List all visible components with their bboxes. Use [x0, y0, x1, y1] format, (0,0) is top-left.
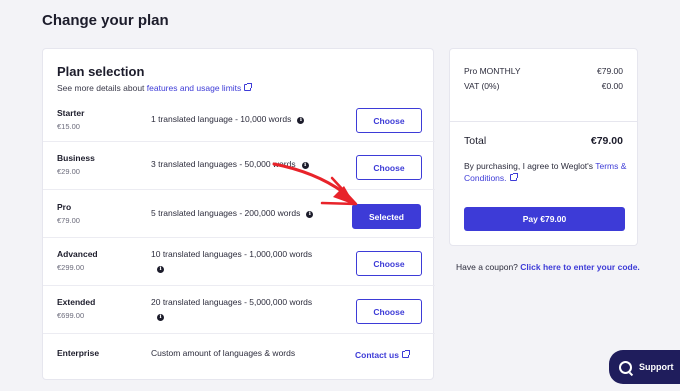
plan-name: Extended	[57, 297, 96, 307]
summary-vat-label: VAT (0%)	[464, 81, 500, 91]
contact-us-label: Contact us	[355, 350, 399, 360]
plan-name: Business	[57, 153, 95, 163]
external-link-icon	[509, 173, 518, 181]
support-label: Support	[639, 362, 674, 372]
plan-selection-title: Plan selection	[57, 64, 145, 79]
plan-selection-card: Plan selection See more details about fe…	[42, 48, 435, 381]
plan-price: €699.00	[57, 311, 85, 320]
plan-description: Custom amount of languages & words	[151, 348, 296, 358]
plan-row-extended: Extended €699.00 20 translated languages…	[43, 285, 435, 333]
external-link-icon	[244, 83, 253, 91]
summary-total-label: Total	[464, 135, 487, 147]
info-icon[interactable]: i	[306, 211, 314, 218]
plan-name: Starter	[57, 108, 85, 118]
plan-description-text: 1 translated language - 10,000 words	[151, 114, 292, 124]
plan-selection-subtitle: See more details about features and usag…	[57, 83, 253, 93]
plan-name: Advanced	[57, 249, 98, 259]
plan-description-text: 5 translated languages - 200,000 words	[151, 208, 301, 218]
plan-description-text: 10 translated languages - 1,000,000 word…	[151, 249, 313, 259]
summary-vat-line: VAT (0%) €0.00	[464, 81, 623, 91]
plan-row-business: Business €29.00 3 translated languages -…	[43, 141, 435, 189]
plan-description-text: 20 translated languages - 5,000,000 word…	[151, 297, 313, 307]
plan-name: Pro	[57, 202, 72, 212]
plan-row-enterprise: Enterprise Custom amount of languages & …	[43, 333, 435, 381]
info-icon[interactable]: i	[297, 117, 305, 124]
external-link-icon	[401, 350, 410, 358]
search-icon	[619, 360, 632, 374]
info-icon[interactable]: i	[301, 162, 309, 169]
page-title: Change your plan	[42, 12, 169, 29]
summary-divider	[450, 121, 637, 122]
plan-price: €29.00	[57, 167, 80, 176]
plan-description: 10 translated languages - 1,000,000 word…	[151, 249, 312, 273]
plan-price: €299.00	[57, 263, 85, 272]
plan-row-pro: Pro €79.00 5 translated languages - 200,…	[43, 189, 435, 237]
plan-name: Enterprise	[57, 348, 100, 358]
choose-starter-button[interactable]: Choose	[356, 108, 422, 133]
pay-button[interactable]: Pay €79.00	[464, 207, 625, 231]
info-icon[interactable]: i	[157, 314, 164, 321]
features-limits-link[interactable]: features and usage limits	[147, 83, 242, 93]
plan-row-advanced: Advanced €299.00 10 translated languages…	[43, 237, 435, 285]
summary-plan-value: €79.00	[597, 66, 623, 76]
contact-us-link[interactable]: Contact us	[355, 350, 410, 360]
plan-description: 3 translated languages - 50,000 words i	[151, 159, 309, 169]
plan-description-text: 3 translated languages - 50,000 words	[151, 159, 296, 169]
plan-description: 20 translated languages - 5,000,000 word…	[151, 297, 312, 321]
terms-agreement-text: By purchasing, I agree to Weglot's	[464, 161, 596, 171]
summary-plan-label: Pro MONTHLY	[464, 66, 521, 76]
summary-plan-line: Pro MONTHLY €79.00	[464, 66, 623, 76]
support-button[interactable]: Support	[609, 350, 680, 384]
plan-price: €15.00	[57, 122, 80, 131]
terms-agreement: By purchasing, I agree to Weglot's Terms…	[464, 160, 627, 184]
plan-description: 1 translated language - 10,000 words i	[151, 114, 305, 124]
choose-extended-button[interactable]: Choose	[356, 299, 422, 324]
subtitle-text: See more details about	[57, 83, 147, 93]
coupon-prompt: Have a coupon? Click here to enter your …	[456, 262, 640, 272]
choose-business-button[interactable]: Choose	[356, 155, 422, 180]
plan-description: 5 translated languages - 200,000 words i	[151, 208, 314, 218]
summary-total-line: Total €79.00	[464, 135, 623, 147]
selected-pro-button[interactable]: Selected	[352, 204, 421, 229]
enter-coupon-link[interactable]: Click here to enter your code.	[520, 262, 640, 272]
summary-total-value: €79.00	[590, 135, 623, 147]
info-icon[interactable]: i	[157, 266, 164, 273]
summary-vat-value: €0.00	[601, 81, 623, 91]
coupon-prompt-text: Have a coupon?	[456, 262, 521, 272]
order-summary-card: Pro MONTHLY €79.00 VAT (0%) €0.00 Total …	[449, 48, 638, 246]
plan-price: €79.00	[57, 216, 80, 225]
choose-advanced-button[interactable]: Choose	[356, 251, 422, 276]
